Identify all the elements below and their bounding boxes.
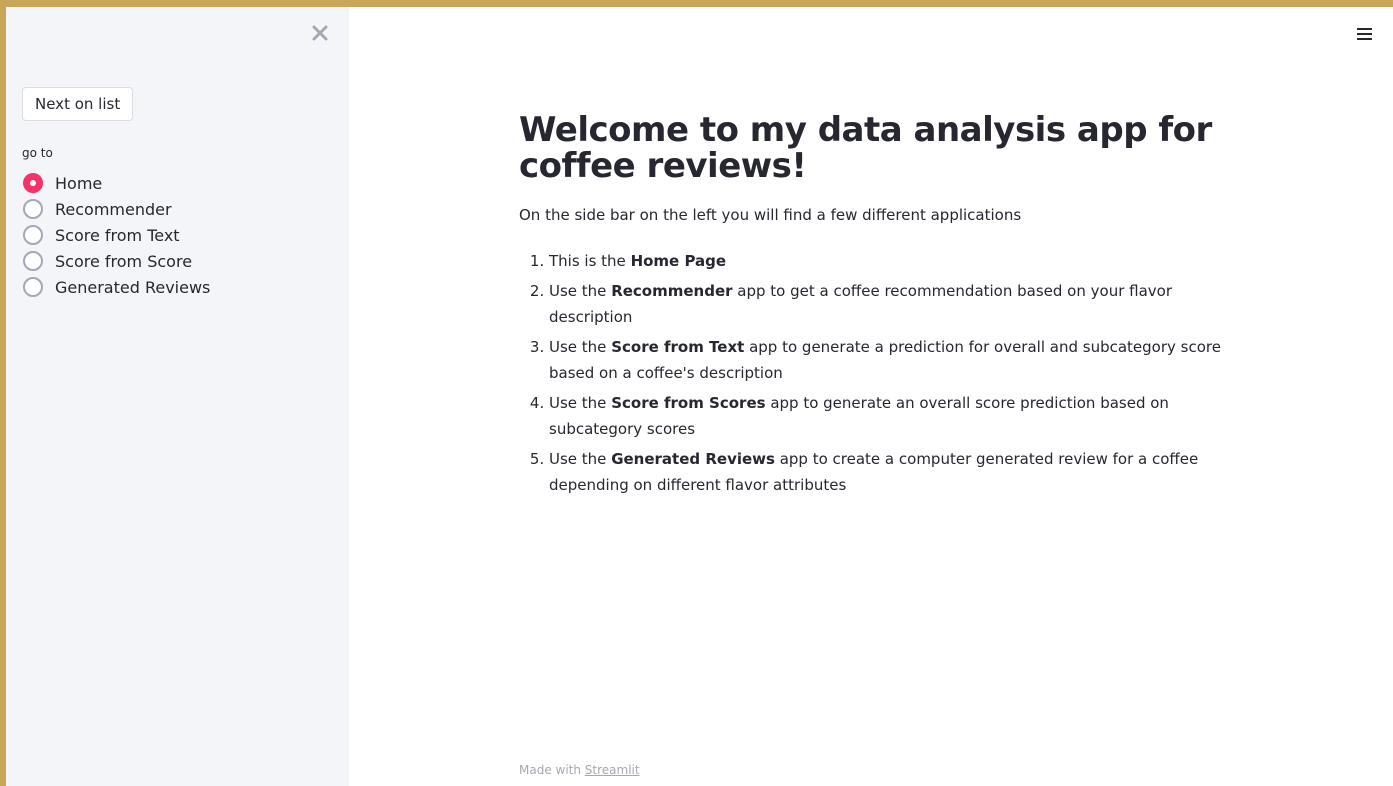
close-sidebar-button[interactable]	[308, 21, 332, 45]
main-menu-button[interactable]	[1354, 25, 1376, 43]
radio-option-label: Generated Reviews	[55, 277, 211, 297]
app-list: This is the Home Page Use the Recommende…	[519, 248, 1239, 498]
radio-button[interactable]	[23, 225, 43, 245]
main-content: Welcome to my data analysis app for coff…	[519, 112, 1239, 502]
radio-option-label: Home	[55, 173, 103, 193]
list-item: Use the Score from Text app to generate …	[549, 334, 1239, 386]
radio-option-label: Score from Score	[55, 251, 193, 271]
radio-option-generated-reviews[interactable]: Generated Reviews	[23, 274, 210, 300]
list-item: This is the Home Page	[549, 248, 1239, 274]
radio-option-label: Score from Text	[55, 225, 180, 245]
close-icon	[312, 25, 328, 41]
list-item: Use the Generated Reviews app to create …	[549, 446, 1239, 498]
next-on-list-button[interactable]: Next on list	[22, 87, 134, 121]
intro-text: On the side bar on the left you will fin…	[519, 206, 1022, 224]
footer-prefix: Made with	[519, 763, 585, 777]
list-item: Use the Recommender app to get a coffee …	[549, 278, 1239, 330]
radio-button[interactable]	[23, 251, 43, 271]
radio-button[interactable]	[23, 277, 43, 297]
radio-option-label: Recommender	[55, 199, 172, 219]
streamlit-link[interactable]: Streamlit	[585, 763, 640, 777]
app-frame: Next on list go to Home Recommender Scor…	[6, 7, 1393, 786]
list-item: Use the Score from Scores app to generat…	[549, 390, 1239, 442]
radio-option-home[interactable]: Home	[23, 170, 210, 196]
radio-option-score-from-score[interactable]: Score from Score	[23, 248, 210, 274]
hamburger-menu-icon	[1357, 28, 1372, 40]
radio-button-selected[interactable]	[23, 173, 43, 193]
radio-option-recommender[interactable]: Recommender	[23, 196, 210, 222]
sidebar: Next on list go to Home Recommender Scor…	[6, 7, 349, 786]
radio-option-score-from-text[interactable]: Score from Text	[23, 222, 210, 248]
footer: Made with Streamlit	[519, 763, 640, 777]
radio-group-label: go to	[22, 146, 53, 160]
page-title: Welcome to my data analysis app for coff…	[519, 110, 1212, 186]
radio-button[interactable]	[23, 199, 43, 219]
page-radio-group: Home Recommender Score from Text Score f…	[23, 170, 210, 300]
